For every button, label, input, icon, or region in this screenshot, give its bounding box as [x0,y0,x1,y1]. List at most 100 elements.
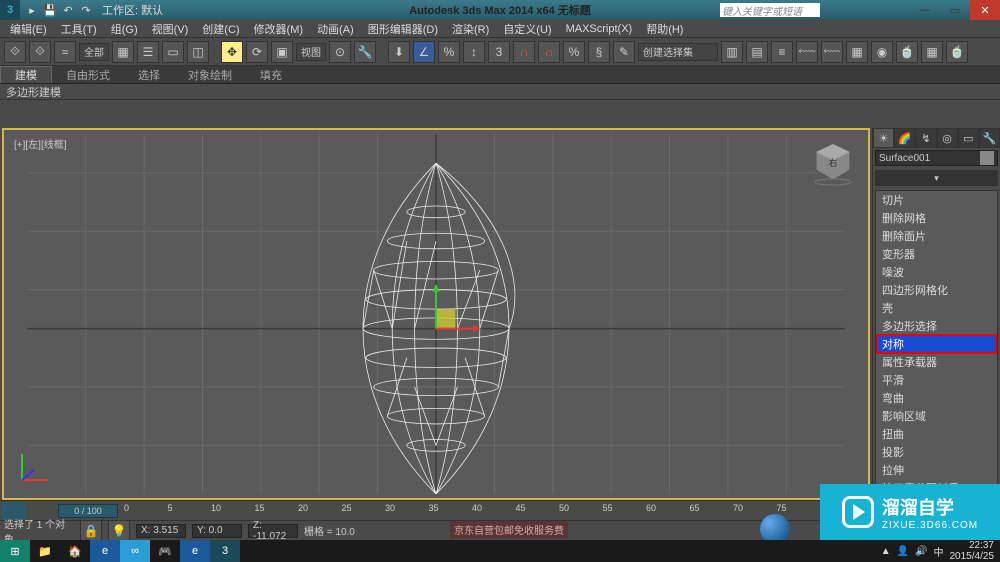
menu-item[interactable]: 图形编辑器(D) [362,21,444,37]
tray-icon[interactable]: ▲ [881,546,891,557]
taskbar-3dsmax-icon[interactable]: 3 [210,540,240,562]
mod-item[interactable]: 噪波 [876,263,997,281]
spinner-snap-icon[interactable]: ↕ [463,41,485,63]
taskbar-desktop-icon[interactable]: 🏠 [60,540,90,562]
mod-item[interactable]: 多边形选择 [876,317,997,335]
graph-icon[interactable]: ⬳ [796,41,818,63]
menu-item[interactable]: 组(G) [105,21,144,37]
modifier-list[interactable]: 切片 删除网格 删除面片 变形器 噪波 四边形网格化 壳 多边形选择 对称 属性… [875,190,998,498]
clock-date[interactable]: 2015/4/25 [950,551,995,562]
viewport-label[interactable]: [+][左][线框] [14,136,67,151]
mod-item[interactable]: 弯曲 [876,389,997,407]
mod-item[interactable]: 变形器 [876,245,997,263]
magnet-icon[interactable]: ∩ [513,41,535,63]
layers-icon[interactable]: ≡ [771,41,793,63]
render-icon[interactable]: 🍵 [946,41,968,63]
pct-icon[interactable]: % [563,41,585,63]
taskbar-explorer-icon[interactable]: 📁 [30,540,60,562]
mod-item[interactable]: 切片 [876,191,997,209]
select-icon[interactable]: ▦ [112,41,134,63]
edit-sel-icon[interactable]: ✎ [613,41,635,63]
curve-ed-icon[interactable]: ⬳ [821,41,843,63]
ad-popup[interactable]: 京东自营包邮免收服务费 [450,521,568,538]
viewport-active[interactable]: [+][左][线框] [2,128,870,500]
tray-vol-icon[interactable]: 🔊 [915,546,927,557]
unlink-icon[interactable]: ⟐ [29,41,51,63]
select-rotate-icon[interactable]: ⟳ [246,41,268,63]
menu-item[interactable]: 视图(V) [146,21,195,37]
viewcube-icon[interactable]: 右 [810,140,856,186]
ribbon-tab-select[interactable]: 选择 [124,67,174,83]
taskbar-ie-icon[interactable]: e [90,540,120,562]
mod-item[interactable]: 删除网格 [876,209,997,227]
taskbar-ie2-icon[interactable]: e [180,540,210,562]
percent-snap-icon[interactable]: % [438,41,460,63]
mirror2-icon[interactable]: ▥ [721,41,743,63]
help-search-input[interactable]: 键入关键字或短语 [720,3,820,17]
render-frame-icon[interactable]: ▦ [921,41,943,63]
cmd-tab-motion-icon[interactable]: ◎ [937,128,958,148]
pivot-icon[interactable]: ⊙ [329,41,351,63]
mod-item[interactable]: 属性承载器 [876,353,997,371]
menu-item[interactable]: 渲染(R) [446,21,495,37]
menu-item[interactable]: 工具(T) [55,21,103,37]
ribbon-tab-objpaint[interactable]: 对象绘制 [174,67,246,83]
mod-item[interactable]: 删除面片 [876,227,997,245]
menu-item[interactable]: 动画(A) [311,21,360,37]
clock-time[interactable]: 22:37 [950,540,995,551]
window-crossing-icon[interactable]: ◫ [187,41,209,63]
link-icon[interactable]: ⟐ [4,41,26,63]
mod-item[interactable]: 投影 [876,443,997,461]
qa-save-icon[interactable]: 💾 [42,2,58,18]
tray-net-icon[interactable]: 👤 [897,546,909,557]
taskbar-app2-icon[interactable]: 🎮 [150,540,180,562]
menu-item[interactable]: MAXScript(X) [560,23,639,35]
app-logo-icon[interactable]: 3 [0,0,20,20]
manip-icon[interactable]: 🔧 [354,41,376,63]
modifier-list-dropdown[interactable]: ▾ [875,170,998,186]
named-sel-set[interactable]: 创建选择集 [638,43,718,61]
mirror-icon[interactable]: § [588,41,610,63]
cmd-tab-hierarchy-icon[interactable]: ↯ [915,128,936,148]
taskbar-app1-icon[interactable]: ∞ [120,540,150,562]
mod-item[interactable]: 拉伸 [876,461,997,479]
three-icon[interactable]: 3 [488,41,510,63]
ref-coord[interactable]: 视图 [296,43,326,61]
mod-item-symmetry[interactable]: 对称 [876,335,997,353]
cmd-tab-create-icon[interactable]: ☀ [873,128,894,148]
coord-y[interactable]: Y: 0.0 [192,524,242,538]
qa-open-icon[interactable]: ▸ [24,2,40,18]
magnet2-icon[interactable]: ∩ [538,41,560,63]
cmd-tab-util-icon[interactable]: 🔧 [979,128,1000,148]
select-scale-icon[interactable]: ▣ [271,41,293,63]
mod-item[interactable]: 壳 [876,299,997,317]
qa-undo-icon[interactable]: ↶ [60,2,76,18]
mod-item[interactable]: 影响区域 [876,407,997,425]
minimize-button[interactable]: — [910,0,940,20]
align-icon[interactable]: ▤ [746,41,768,63]
cmd-tab-display-icon[interactable]: ▭ [958,128,979,148]
mod-item[interactable]: 扭曲 [876,425,997,443]
cmd-tab-modify-icon[interactable]: 🌈 [894,128,915,148]
ribbon-tab-model[interactable]: 建模 [0,66,52,83]
close-button[interactable]: ✕ [970,0,1000,20]
menu-item[interactable]: 创建(C) [196,21,245,37]
angle-snap-icon[interactable]: ∠ [413,41,435,63]
color-swatch[interactable] [980,151,994,165]
menu-item[interactable]: 帮助(H) [640,21,689,37]
viewport-canvas[interactable] [8,134,864,494]
workspace-label[interactable]: 工作区: 默认 [102,2,163,18]
tray-ime-icon[interactable]: 中 [934,544,944,559]
schematic-icon[interactable]: ▦ [846,41,868,63]
menu-item[interactable]: 编辑(E) [4,21,53,37]
ribbon-tab-fill[interactable]: 填充 [246,67,296,83]
mod-item[interactable]: 四边形网格化 [876,281,997,299]
selection-filter[interactable]: 全部 [79,43,109,61]
isolate-icon[interactable]: 💡 [108,520,130,542]
start-button-icon[interactable]: ⊞ [0,540,30,562]
menu-item[interactable]: 修改器(M) [248,21,310,37]
bind-icon[interactable]: ≈ [54,41,76,63]
qa-redo-icon[interactable]: ↷ [78,2,94,18]
coord-z[interactable]: Z: -11.072 [248,524,298,538]
object-name-field[interactable]: Surface001 [875,150,998,166]
